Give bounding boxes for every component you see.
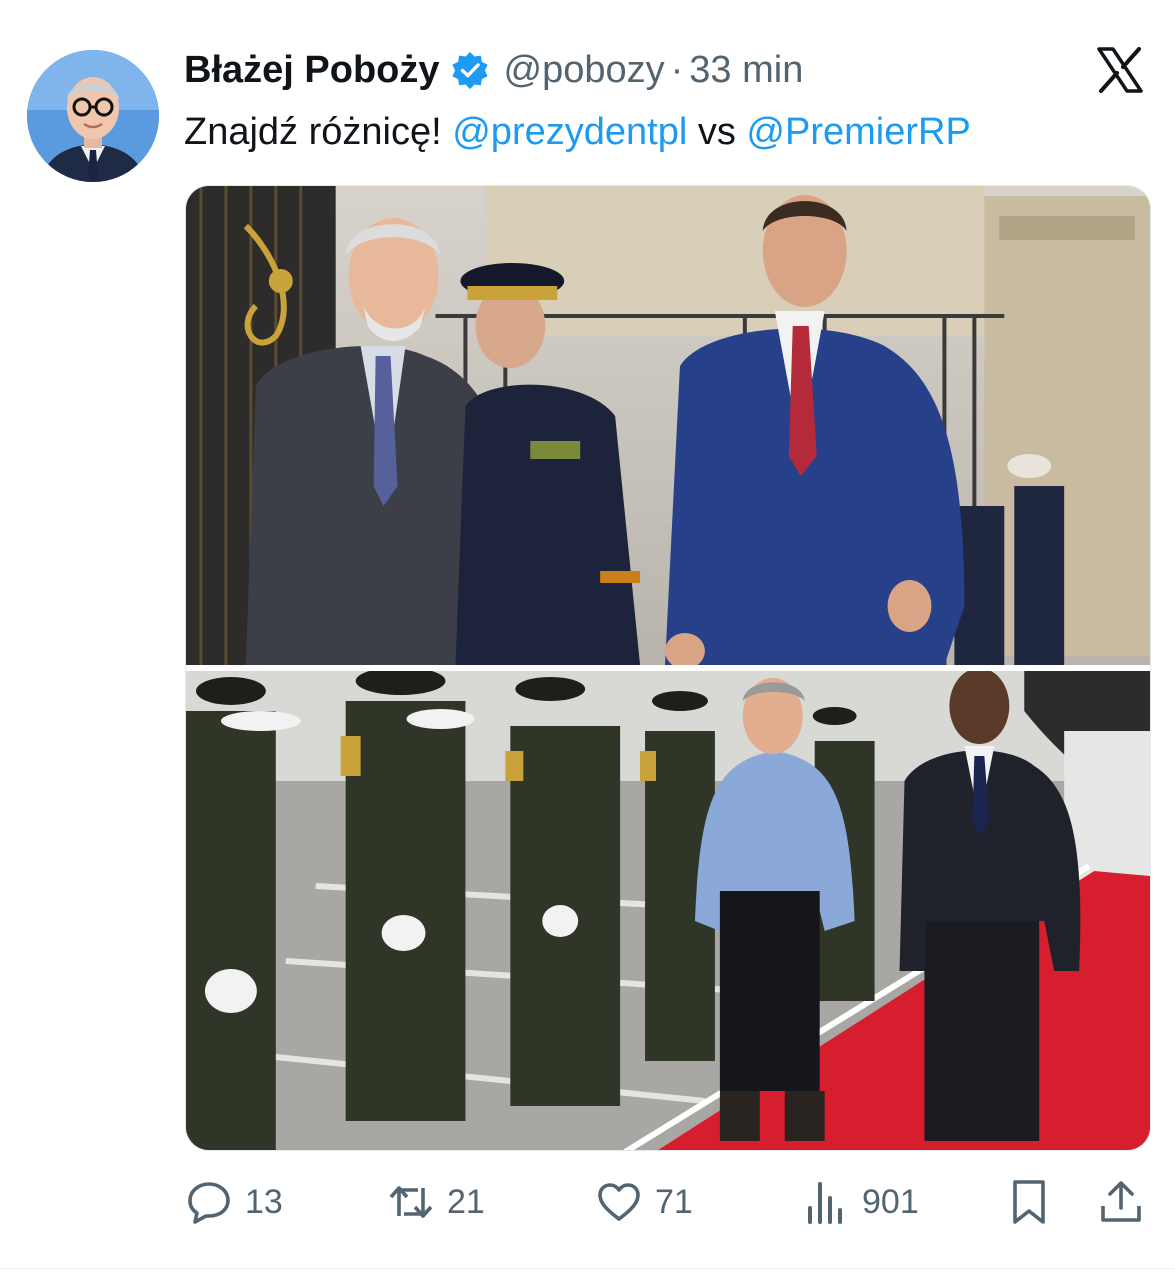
views-button[interactable]: 901 [802, 1170, 919, 1234]
author-handle[interactable]: @pobozy [504, 44, 665, 96]
like-button[interactable]: 71 [595, 1170, 693, 1234]
ceremonial-welcome-photo[interactable] [186, 186, 1150, 665]
heart-icon [598, 1183, 640, 1221]
share-upload-icon [1101, 1181, 1141, 1222]
view-count: 901 [862, 1182, 919, 1221]
mention-link-premierrp[interactable]: @PremierRP [746, 111, 970, 153]
tweet-header: Błażej Poboży @pobozy · 33 min [184, 44, 803, 96]
repost-arrows-icon [389, 1186, 433, 1218]
speech-bubble-icon [188, 1182, 230, 1224]
tweet-timestamp[interactable]: 33 min [689, 44, 803, 96]
reply-count: 13 [245, 1182, 283, 1221]
bookmark-icon [1013, 1180, 1045, 1224]
author-display-name[interactable]: Błażej Poboży [184, 44, 440, 96]
tweet-text-connector: vs [697, 111, 736, 153]
reply-button[interactable]: 13 [185, 1170, 283, 1234]
user-avatar-icon [27, 50, 159, 182]
mention-link-prezydentpl[interactable]: @prezydentpl [452, 111, 687, 153]
tweet-action-bar: 13 21 71 901 [185, 1170, 1151, 1234]
tweet-text: Znajdź różnicę! @prezydentpl vs @Premier… [184, 104, 971, 160]
bar-chart-icon [808, 1182, 842, 1224]
like-count: 71 [655, 1182, 693, 1221]
tweet-divider [0, 1268, 1175, 1269]
author-avatar[interactable] [27, 50, 159, 182]
header-separator: · [670, 49, 684, 91]
repost-button[interactable]: 21 [387, 1170, 485, 1234]
tweet-text-lead: Znajdź różnicę! [184, 111, 442, 153]
share-button[interactable] [1097, 1170, 1157, 1234]
x-logo-icon[interactable] [1096, 46, 1144, 94]
tweet-media-grid [185, 185, 1151, 1151]
airport-welcome-photo[interactable] [186, 671, 1150, 1150]
bookmark-button[interactable] [1005, 1170, 1065, 1234]
repost-count: 21 [447, 1182, 485, 1221]
verified-badge-icon [450, 50, 490, 90]
